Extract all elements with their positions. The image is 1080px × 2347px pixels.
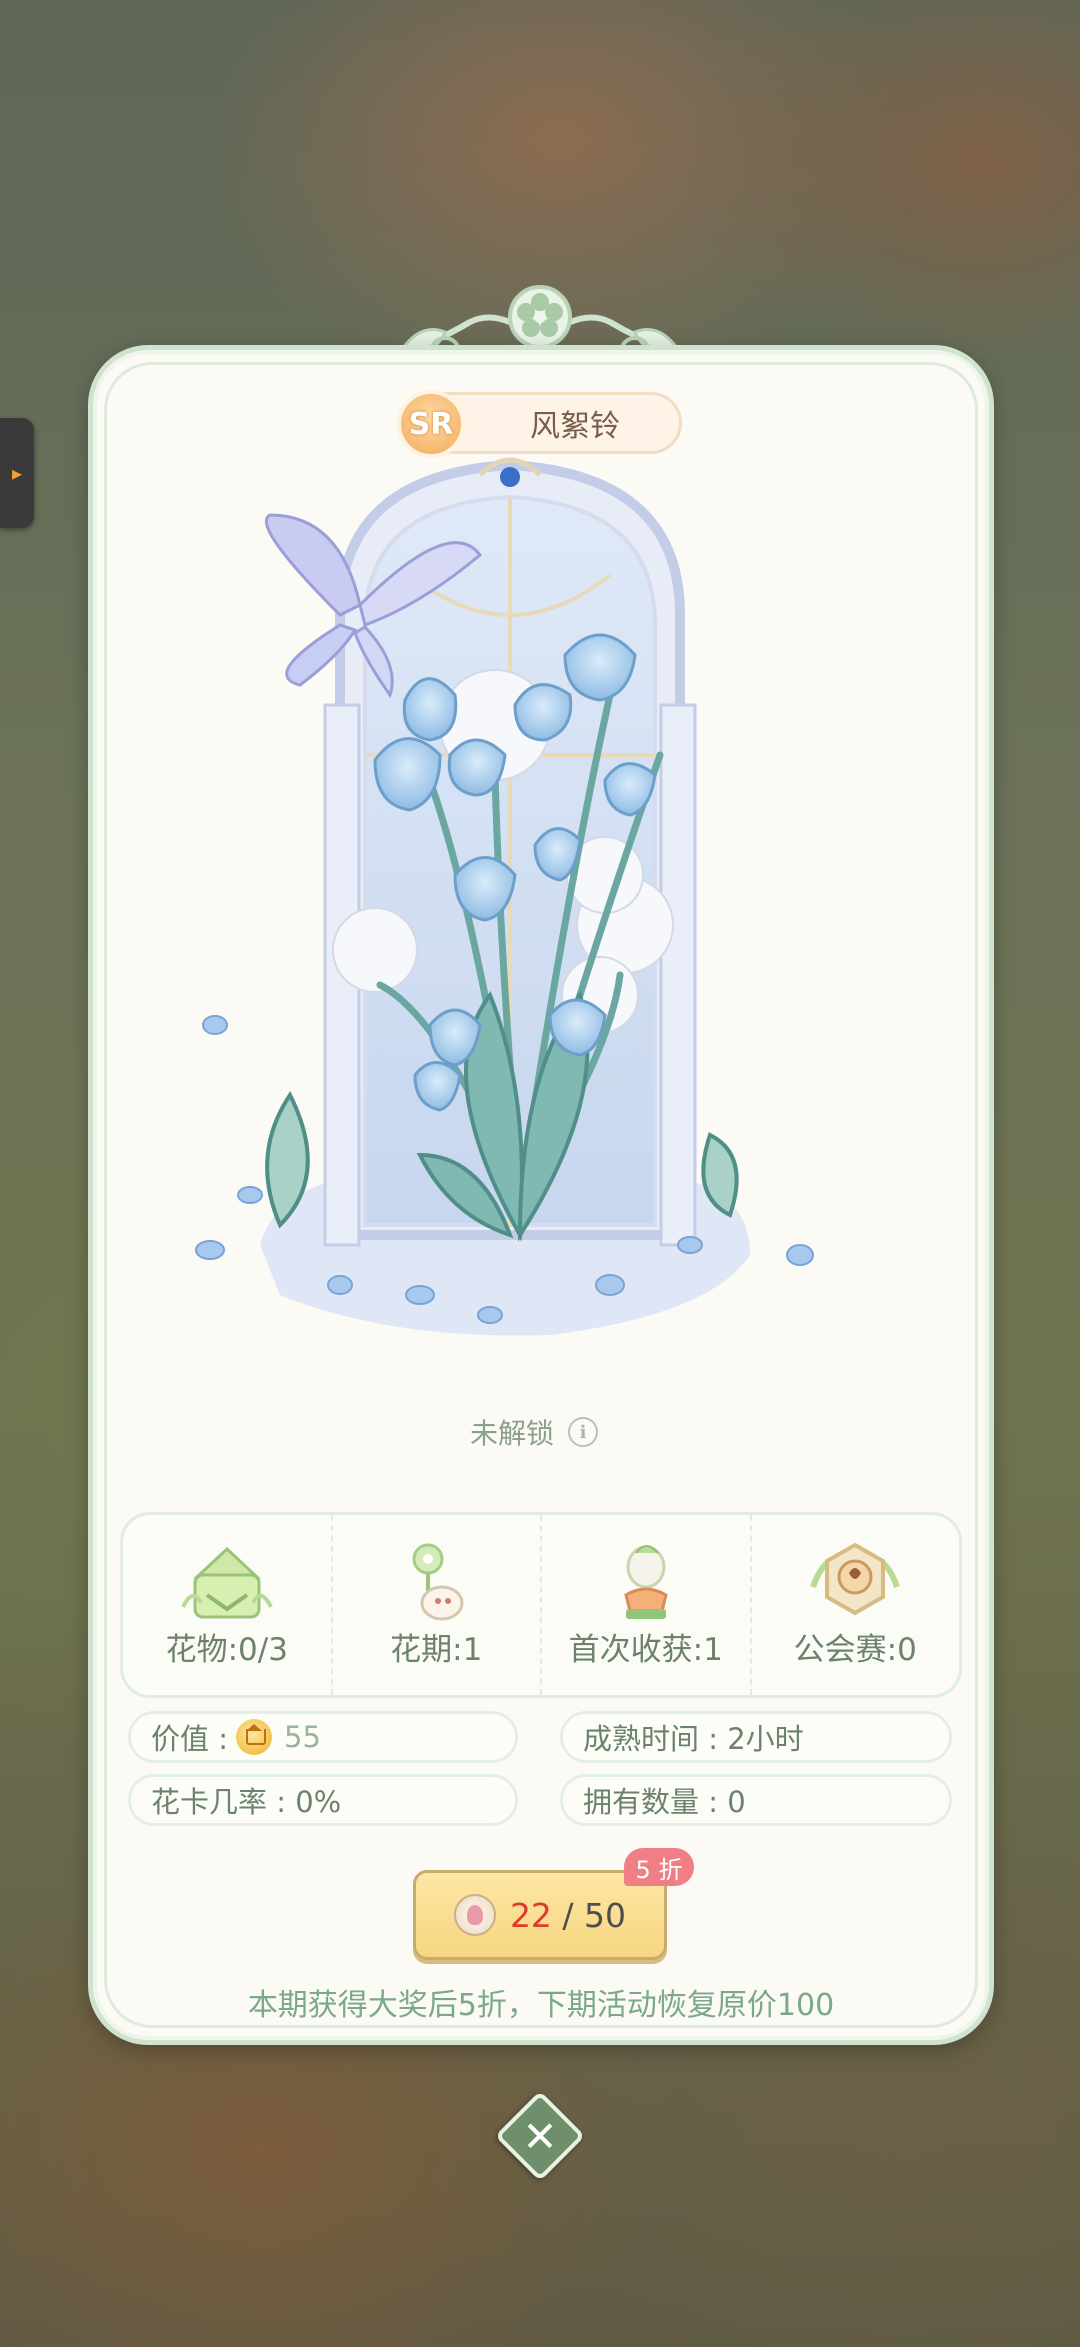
rarity-badge: SR [397, 390, 465, 458]
chevron-right-icon: ▸ [11, 461, 23, 485]
stat-label: 公会赛:0 [793, 1632, 917, 1668]
discount-notice: 本期获得大奖后5折，下期活动恢复原价100 [247, 1988, 835, 2023]
stats-panel: 花物:0/3 花期:1 首次收获:1 公会赛:0 [120, 1512, 962, 1698]
side-drawer-tab[interactable]: ▸ [0, 418, 34, 528]
card-rate-pill: 花卡几率 : 0% [128, 1774, 518, 1826]
stat-flower-items: 花物:0/3 [123, 1515, 331, 1695]
flower-pot-icon [180, 1546, 273, 1619]
stat-flower-period: 花期:1 [330, 1515, 541, 1695]
unlock-status: 未解锁 i [470, 1412, 599, 1452]
plant-name: 风絮铃 [530, 409, 620, 444]
price-current: 22 [509, 1895, 552, 1935]
owned-count: 拥有数量 : 0 [583, 1785, 746, 1819]
value-pill: 价值 : 55 [128, 1711, 518, 1763]
stat-label: 花期:1 [390, 1632, 483, 1668]
price-total: 50 [584, 1895, 627, 1935]
info-icon[interactable]: i [568, 1417, 599, 1447]
owned-count-pill: 拥有数量 : 0 [560, 1774, 952, 1826]
mature-time-pill: 成熟时间 : 2小时 [560, 1711, 952, 1763]
value-amount: 55 [284, 1720, 321, 1754]
guild-match-icon [810, 1542, 901, 1616]
flower-token-icon [453, 1894, 496, 1936]
stat-label: 花物:0/3 [165, 1632, 288, 1668]
discount-badge: 5 折 [624, 1848, 694, 1886]
close-button[interactable] [494, 2090, 586, 2182]
flower-period-icon [412, 1543, 464, 1621]
stat-first-harvest: 首次收获:1 [540, 1515, 750, 1695]
coin-icon [236, 1719, 272, 1755]
stat-label: 首次收获:1 [568, 1632, 723, 1668]
unlock-status-text: 未解锁 [470, 1417, 555, 1450]
card-rate: 花卡几率 : 0% [151, 1785, 342, 1819]
first-harvest-icon [624, 1545, 668, 1619]
plant-illustration [195, 457, 814, 1336]
value-label: 价值 : [151, 1722, 228, 1756]
mature-time: 成熟时间 : 2小时 [583, 1722, 804, 1756]
stat-guild-match: 公会赛:0 [749, 1515, 960, 1695]
price-separator: / [551, 1895, 585, 1935]
